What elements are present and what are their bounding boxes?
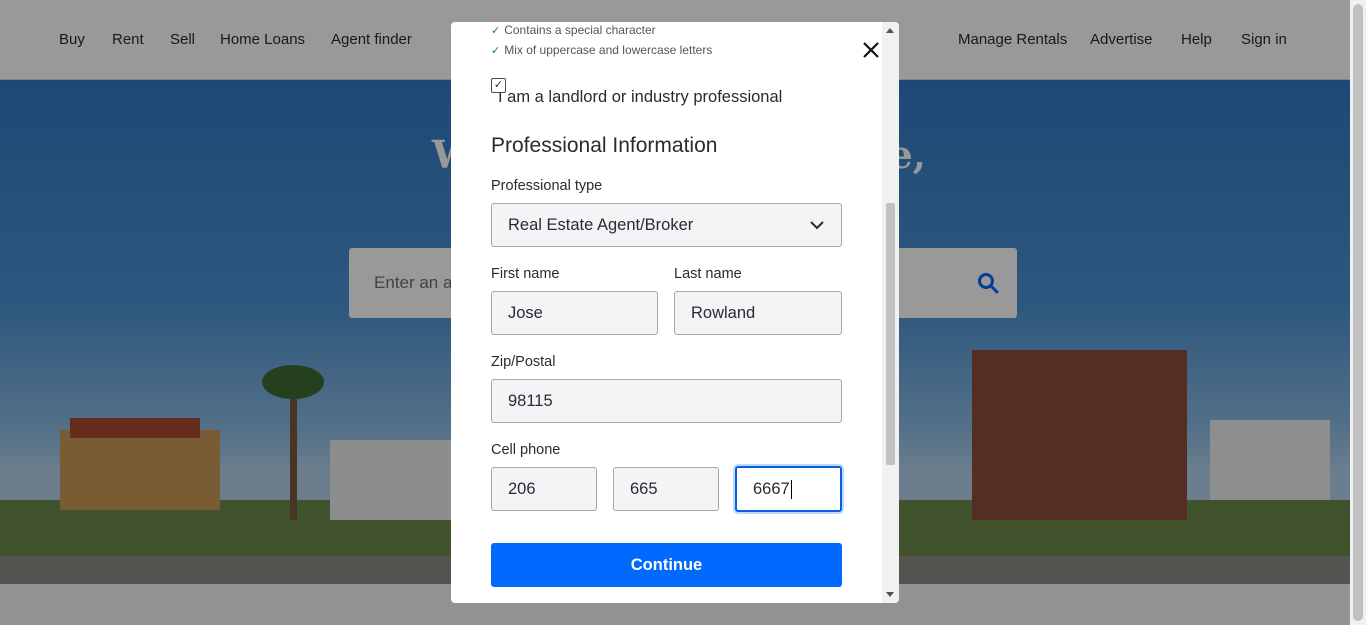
- zip-input[interactable]: 98115: [491, 379, 842, 423]
- text-caret: [790, 480, 792, 500]
- cell-phone-label: Cell phone: [491, 442, 561, 458]
- password-requirement: ✓ Mix of uppercase and lowercase letters: [491, 43, 713, 57]
- close-icon[interactable]: [859, 38, 883, 62]
- landlord-checkbox[interactable]: ✓: [491, 78, 506, 93]
- professional-type-label: Professional type: [491, 178, 603, 194]
- last-name-label: Last name: [674, 266, 742, 282]
- check-icon: ✓: [491, 24, 501, 37]
- scroll-up-arrow-icon[interactable]: [886, 28, 894, 33]
- chevron-down-icon: [810, 221, 824, 230]
- scroll-down-arrow-icon[interactable]: [886, 592, 894, 597]
- phone-prefix-input[interactable]: 665: [613, 467, 719, 511]
- professional-type-select[interactable]: Real Estate Agent/Broker: [491, 203, 842, 247]
- continue-button[interactable]: Continue: [491, 543, 842, 587]
- registration-modal: ✓ Contains a special character ✓ Mix of up…: [451, 22, 899, 603]
- modal-scrollbar[interactable]: [882, 22, 899, 603]
- zip-label: Zip/Postal: [491, 354, 556, 370]
- page-scrollbar[interactable]: [1350, 0, 1366, 625]
- check-icon: ✓: [491, 44, 501, 57]
- section-title: Professional Information: [491, 134, 718, 157]
- phone-line-input[interactable]: 6667: [735, 466, 842, 512]
- last-name-input[interactable]: Rowland: [674, 291, 842, 335]
- page-scrollbar-thumb[interactable]: [1353, 4, 1363, 621]
- modal-scrollbar-thumb[interactable]: [886, 203, 895, 465]
- password-requirement: ✓ Contains a special character: [491, 23, 656, 37]
- landlord-checkbox-label[interactable]: I am a landlord or industry professional: [498, 88, 782, 107]
- phone-area-code-input[interactable]: 206: [491, 467, 597, 511]
- first-name-input[interactable]: Jose: [491, 291, 658, 335]
- first-name-label: First name: [491, 266, 560, 282]
